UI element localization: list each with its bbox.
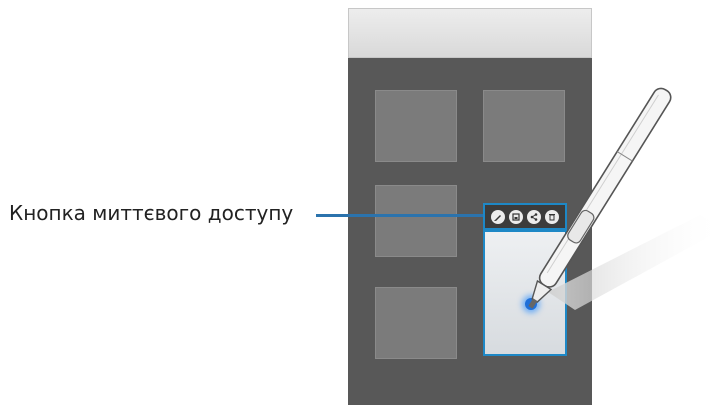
s-pen (528, 87, 672, 309)
